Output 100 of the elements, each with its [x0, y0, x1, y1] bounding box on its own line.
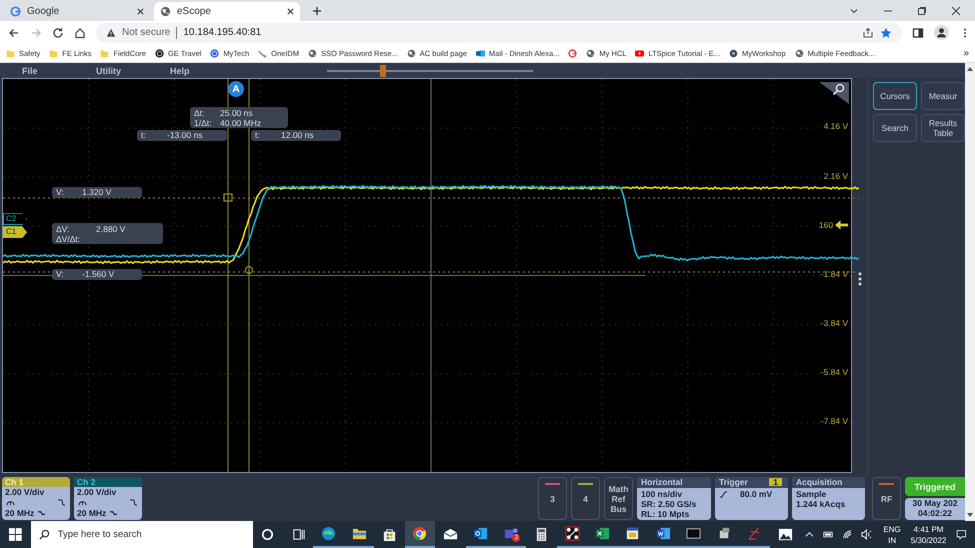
close-icon[interactable]: [287, 8, 294, 15]
wifi-icon[interactable]: [842, 529, 853, 540]
badge-title: Horizontal: [637, 477, 711, 488]
cursor-marker[interactable]: A: [228, 81, 244, 98]
address-field[interactable]: Not secure 10.184.195.40:81: [96, 22, 902, 43]
mail-app-icon: [476, 48, 485, 58]
scroll-bar[interactable]: [965, 63, 975, 522]
google-icon: [568, 48, 578, 58]
cursor-readout: V: -1.560 V: [52, 269, 142, 280]
task-view-icon: [290, 527, 306, 542]
badge-text: 2.00 V/div: [4, 487, 46, 498]
logo-icon: [210, 48, 220, 58]
menu-item[interactable]: Utility: [74, 66, 148, 76]
channel-title: Ch 1: [2, 477, 70, 488]
scale-label: 4.16 V: [824, 121, 848, 132]
shopping-bag-icon: [382, 527, 398, 542]
back-arrow-icon[interactable]: [8, 26, 20, 39]
taskbar-app-button[interactable]: [404, 521, 436, 548]
scale-label: -3.84 V: [820, 318, 848, 328]
cursor-handle[interactable]: [245, 266, 253, 274]
star-icon[interactable]: [880, 26, 892, 39]
trigger-level-arrow-icon[interactable]: [835, 220, 848, 230]
restore-icon[interactable]: [917, 6, 927, 16]
scale-label: 2.16 V: [824, 170, 848, 181]
cursor-readout: V: 1.320 V: [52, 187, 142, 198]
side-panel-icon[interactable]: [912, 26, 924, 39]
zoom-icon[interactable]: [819, 82, 850, 104]
close-icon[interactable]: [137, 8, 144, 15]
video-play-icon: [635, 48, 644, 58]
globe-icon: [160, 6, 171, 17]
filter-icon: [109, 510, 118, 517]
menu-item[interactable]: File: [0, 66, 74, 76]
taskbar-search-field[interactable]: Type here to search: [30, 521, 253, 548]
document-app-icon: [656, 526, 671, 542]
trigger-badge[interactable]: Trigger 1 80.0 mV: [715, 477, 788, 520]
cursor-readout: t: 12.00 ns: [251, 130, 341, 142]
more-icon[interactable]: [858, 272, 862, 286]
step-icon: [129, 499, 138, 506]
notification-icon[interactable]: [956, 529, 968, 540]
side-panel-button[interactable]: Results Table: [921, 114, 965, 142]
channel-number: 3: [550, 494, 555, 504]
close-icon[interactable]: [951, 6, 961, 16]
channel-button[interactable]: 3: [538, 477, 567, 520]
slider-thumb[interactable]: [380, 64, 386, 77]
acquisition-badge[interactable]: Acquisition Sample 1.244 kAcqs: [792, 477, 865, 520]
new-tab-icon[interactable]: [312, 6, 322, 16]
channel-button[interactable]: 4: [571, 477, 600, 520]
logo-icon: [258, 48, 268, 58]
spreadsheet-app-icon: [594, 526, 610, 542]
horizontal-badge[interactable]: Horizontal 100 ns/div SR: 2.50 GS/s RL: 10 Mpts: [637, 477, 711, 520]
readout-text: Δt: 25.00 ns: [194, 108, 254, 118]
coupling-icon: [78, 499, 87, 506]
badge-text: SR: 2.50 GS/s: [641, 499, 698, 510]
badge-text: 100 ns/div: [641, 489, 684, 500]
image-icon: [778, 527, 793, 542]
math-ref-bus-button[interactable]: Math Ref Bus: [604, 477, 633, 520]
scale-label: -1.84 V: [820, 268, 848, 279]
volume-icon[interactable]: [860, 529, 872, 540]
side-panel-button[interactable]: Search: [873, 114, 917, 142]
folder-icon: [100, 48, 110, 58]
warning-icon: [106, 28, 116, 38]
search-icon: [38, 529, 50, 540]
channel-tag[interactable]: C1: [3, 226, 27, 238]
language-indicator[interactable]: ENG IN: [883, 521, 901, 548]
rf-button[interactable]: RF: [872, 477, 901, 520]
badge-text: RL: 10 Mpts: [641, 509, 690, 520]
reload-icon[interactable]: [52, 26, 64, 39]
scale-label: -7.84 V: [820, 416, 848, 426]
channel-title: Ch 2: [74, 477, 142, 488]
windows-start-icon[interactable]: [9, 528, 22, 542]
cursor-line[interactable]: [3, 198, 859, 199]
badge-text: Sample: [796, 489, 828, 500]
browser-tab[interactable]: Google: [4, 2, 150, 21]
browser-tab[interactable]: eScope: [154, 2, 300, 21]
node-graph-icon: [564, 526, 580, 542]
share-icon[interactable]: [862, 26, 874, 39]
cursor-handle[interactable]: [224, 194, 232, 202]
clock[interactable]: 4:41 PM 5/30/2022: [910, 521, 946, 548]
filter-icon: [37, 510, 46, 517]
channel-tag[interactable]: C2: [3, 213, 27, 226]
folder-icon: [352, 526, 367, 542]
gear-icon: [729, 48, 738, 58]
channel-badge[interactable]: Ch 1 2.00 V/div 20 MHz: [2, 477, 70, 520]
circle-icon: [260, 527, 276, 542]
channel-badge[interactable]: Ch 2 2.00 V/div 20 MHz: [74, 477, 142, 520]
bookmark-item[interactable]: [568, 48, 578, 58]
profile-icon[interactable]: [934, 25, 949, 40]
more-bookmarks-button[interactable]: »: [963, 48, 969, 59]
badge-text: 20 MHz: [77, 508, 106, 518]
side-panel-button[interactable]: Measur: [921, 82, 965, 110]
readout-text: ΔV: 2.880 V: [56, 224, 126, 234]
badge-text: 20 MHz: [5, 508, 34, 518]
side-panel-button[interactable]: Cursors: [873, 82, 917, 110]
badge-text: 80.0 mV: [740, 489, 772, 500]
home-icon[interactable]: [74, 26, 86, 39]
logo-icon: [154, 48, 164, 58]
cursor-line[interactable]: [3, 272, 859, 273]
globe-icon: [308, 48, 318, 58]
menu-item[interactable]: Help: [148, 66, 222, 76]
cursor-line[interactable]: [248, 79, 250, 472]
